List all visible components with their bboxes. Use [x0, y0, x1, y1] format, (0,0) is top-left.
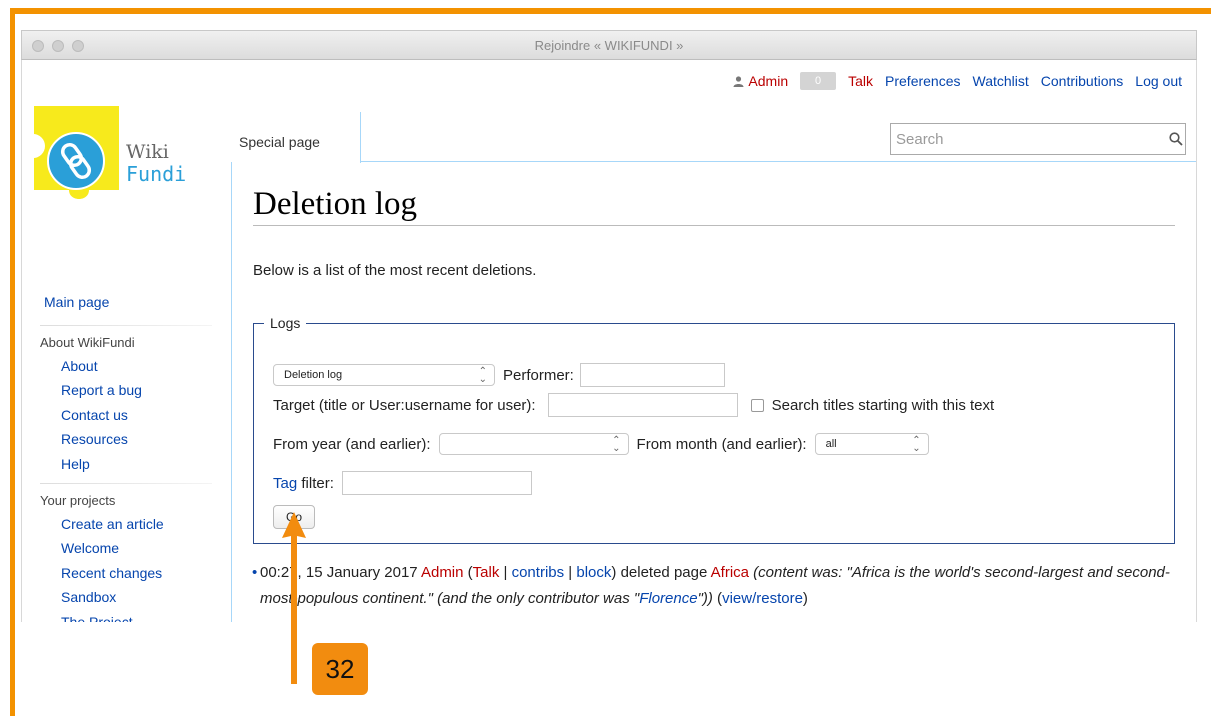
annotation-arrow [282, 512, 306, 684]
log-action: deleted page [620, 564, 708, 581]
log-page-link[interactable]: Africa [711, 564, 749, 581]
wiki-page: Admin 0 Talk Preferences Watchlist Contr… [21, 60, 1197, 622]
sidebar-item-the-project[interactable]: The Project [40, 610, 232, 622]
content-tabs-bar: Special page Search [231, 112, 1196, 163]
sidebar-item-about[interactable]: About [40, 354, 232, 379]
year-label: From year (and earlier): [273, 435, 431, 453]
tag-link[interactable]: Tag [273, 475, 297, 492]
user-icon [733, 76, 744, 87]
sidebar-heading-about: About WikiFundi [40, 334, 135, 350]
contributions-link[interactable]: Contributions [1041, 73, 1124, 89]
personal-tools: Admin 0 Talk Preferences Watchlist Contr… [733, 72, 1182, 90]
intro-text: Below is a list of the most recent delet… [253, 262, 537, 279]
year-select[interactable]: ⌃ ⌄ [438, 433, 629, 455]
page-title: Deletion log [253, 186, 1175, 226]
log-user-link[interactable]: Admin [421, 564, 464, 581]
window-titlebar: Rejoindre « WIKIFUNDI » [21, 30, 1197, 60]
wikifundi-logo[interactable]: Wiki Fundi [34, 106, 202, 216]
target-label: Target (title or User:username for user)… [273, 396, 536, 414]
date-row: From year (and earlier): ⌃ ⌄ From month (… [273, 433, 929, 455]
search-icon[interactable] [1169, 132, 1183, 146]
main-content: Deletion log Below is a list of the most… [231, 162, 1196, 622]
performer-input[interactable] [579, 363, 725, 387]
sidebar-item-contact-us[interactable]: Contact us [40, 403, 232, 428]
prefix-search-label: Search titles starting with this text [771, 396, 995, 414]
log-contribs-link[interactable]: contribs [512, 564, 565, 581]
svg-text:Wiki: Wiki [126, 141, 169, 163]
prefix-search-checkbox[interactable] [750, 398, 764, 412]
logs-form: Logs Deletion log ⌃ ⌄ Performer: Target (… [253, 315, 1175, 544]
sidebar-group-about: About WikiFundi About Report a bug Conta… [22, 332, 232, 477]
user-page-link[interactable]: Admin [748, 73, 788, 89]
sidebar-item-create-article[interactable]: Create an article [40, 512, 232, 537]
search-input[interactable]: Search [890, 123, 1186, 155]
sidebar: Main page About WikiFundi About Report a… [22, 290, 232, 622]
log-type-select[interactable]: Deletion log ⌃ ⌄ [273, 364, 495, 386]
log-talk-link[interactable]: Talk [473, 564, 500, 581]
log-entry: • 00:27, 15 January 2017 Admin (Talk | c… [252, 560, 1190, 612]
view-restore-link[interactable]: view/restore [722, 590, 803, 607]
log-type-row: Deletion log ⌃ ⌄ Performer: [273, 363, 725, 387]
talk-link[interactable]: Talk [848, 73, 873, 89]
step-number-badge: 32 [312, 643, 368, 695]
log-contributor-link[interactable]: Florence [639, 590, 697, 607]
sidebar-item-sandbox[interactable]: Sandbox [40, 585, 232, 610]
sidebar-item-help[interactable]: Help [40, 452, 232, 477]
sidebar-item-recent-changes[interactable]: Recent changes [40, 561, 232, 586]
sidebar-heading-projects: Your projects [40, 492, 116, 508]
sidebar-group-projects: Your projects Create an article Welcome … [22, 490, 232, 622]
tag-filter-input[interactable] [341, 471, 532, 495]
svg-text:Fundi: Fundi [126, 162, 186, 186]
tag-filter-label: filter: [297, 474, 334, 492]
sidebar-item-resources[interactable]: Resources [40, 427, 232, 452]
select-arrows-icon: ⌃ ⌄ [478, 366, 487, 385]
logout-link[interactable]: Log out [1135, 73, 1182, 89]
tag-filter-row: Tag filter: [273, 471, 532, 495]
bullet: • [252, 564, 258, 581]
performer-label: Performer: [503, 366, 574, 384]
select-arrows-icon: ⌃ ⌄ [912, 435, 921, 454]
window-title: Rejoindre « WIKIFUNDI » [534, 38, 684, 53]
logs-legend: Logs [270, 315, 301, 331]
sidebar-divider [40, 324, 212, 326]
preferences-link[interactable]: Preferences [885, 73, 960, 89]
tab-special-page[interactable]: Special page [231, 112, 361, 163]
target-input[interactable] [547, 393, 738, 417]
log-content-suffix: ")) [697, 590, 713, 607]
sidebar-item-report-bug[interactable]: Report a bug [40, 378, 232, 403]
target-row: Target (title or User:username for user)… [273, 393, 994, 417]
month-label: From month (and earlier): [636, 435, 807, 453]
log-block-link[interactable]: block [576, 564, 611, 581]
sidebar-divider [40, 482, 212, 484]
watchlist-link[interactable]: Watchlist [973, 73, 1029, 89]
sidebar-item-welcome[interactable]: Welcome [40, 536, 232, 561]
user-link-wrapper[interactable]: Admin [733, 73, 788, 89]
select-arrows-icon: ⌃ ⌄ [612, 435, 621, 454]
month-select[interactable]: all ⌃ ⌄ [814, 433, 929, 455]
notifications-badge[interactable]: 0 [800, 72, 837, 90]
sidebar-item-main-page[interactable]: Main page [22, 290, 232, 315]
